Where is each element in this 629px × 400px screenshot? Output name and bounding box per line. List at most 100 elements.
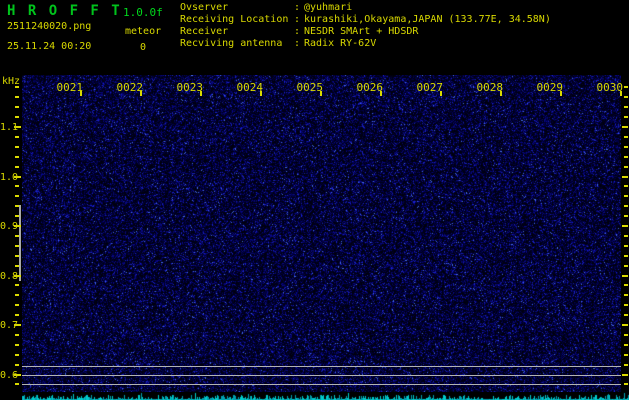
- y-minor-tick-right: [624, 116, 628, 118]
- y-minor-tick-right: [624, 245, 628, 247]
- y-axis-label: 1.1: [0, 122, 19, 133]
- y-minor-tick-left: [15, 245, 19, 247]
- y-minor-tick-right: [624, 294, 628, 296]
- x-axis-time-label: 0028: [476, 81, 504, 94]
- station-label: Recviving antenna: [180, 38, 283, 49]
- station-value: @yuhmari: [304, 2, 353, 13]
- y-minor-tick-left: [15, 304, 19, 306]
- station-value: Radix RY-62V: [304, 38, 377, 49]
- x-axis-time-label: 0026: [356, 81, 384, 94]
- station-row-antenna: Recviving antenna: Radix RY-62V: [180, 38, 551, 50]
- y-minor-tick-left: [15, 255, 19, 257]
- station-row-observer: Ovserver: @yuhmari: [180, 2, 551, 14]
- x-axis-time-label: 0023: [176, 81, 204, 94]
- y-minor-tick-right: [624, 136, 628, 138]
- y-minor-tick-right: [624, 185, 628, 187]
- y-minor-tick-right: [624, 215, 628, 217]
- y-minor-tick-right: [624, 235, 628, 237]
- detection-band-marker: [19, 205, 21, 281]
- y-minor-tick-right: [624, 354, 628, 356]
- station-value: NESDR SMArt + HDSDR: [304, 26, 419, 37]
- y-minor-tick-right: [624, 304, 628, 306]
- y-minor-tick-right: [624, 314, 628, 316]
- y-minor-tick-left: [15, 156, 19, 158]
- x-axis-time-label: 0022: [116, 81, 144, 94]
- y-axis-label: 0.7: [0, 320, 19, 331]
- y-minor-tick-left: [15, 364, 19, 366]
- y-minor-tick-right: [624, 255, 628, 257]
- y-major-tick-right: [622, 324, 628, 326]
- y-minor-tick-left: [15, 96, 19, 98]
- station-info: Ovserver: @yuhmari Receiving Location: kur…: [180, 2, 551, 50]
- y-minor-tick-left: [15, 106, 19, 108]
- y-minor-tick-left: [15, 344, 19, 346]
- y-major-tick-right: [622, 275, 628, 277]
- x-axis-time-label: 0025: [296, 81, 324, 94]
- y-axis-label: 0.9: [0, 221, 19, 232]
- x-axis-time-label: 0029: [536, 81, 564, 94]
- y-minor-tick-left: [15, 86, 19, 88]
- y-minor-tick-right: [624, 334, 628, 336]
- station-label: Ovserver: [180, 2, 229, 13]
- y-minor-tick-left: [15, 334, 19, 336]
- y-minor-tick-left: [15, 265, 19, 267]
- app-title: H R O F F T: [7, 3, 122, 19]
- station-value: kurashiki,Okayama,JAPAN (133.77E, 34.58N…: [304, 14, 551, 25]
- x-axis-time-label: 0024: [236, 81, 264, 94]
- station-row-receiver: Receiver: NESDR SMArt + HDSDR: [180, 26, 551, 38]
- station-label: Receiving Location: [180, 14, 289, 25]
- colon-separator: :: [294, 26, 301, 37]
- y-minor-tick-left: [15, 215, 19, 217]
- colon-separator: :: [294, 2, 301, 13]
- y-minor-tick-left: [15, 166, 19, 168]
- y-minor-tick-right: [624, 383, 628, 385]
- y-major-tick-right: [622, 374, 628, 376]
- station-label: Receiver: [180, 26, 229, 37]
- y-minor-tick-left: [15, 383, 19, 385]
- y-minor-tick-left: [15, 314, 19, 316]
- y-minor-tick-left: [15, 294, 19, 296]
- hrofft-output-screen: H R O F F T 1.0.0f 2511240020.png 25.11.…: [0, 0, 629, 400]
- y-minor-tick-left: [15, 116, 19, 118]
- x-axis-time-label: 0030: [596, 81, 624, 94]
- capture-filename: 2511240020.png: [7, 21, 92, 32]
- y-minor-tick-right: [624, 96, 628, 98]
- x-axis-time-label: 0027: [416, 81, 444, 94]
- y-minor-tick-right: [624, 344, 628, 346]
- spectrogram-canvas: [22, 75, 621, 392]
- y-minor-tick-right: [624, 146, 628, 148]
- y-minor-tick-right: [624, 265, 628, 267]
- y-minor-tick-left: [15, 235, 19, 237]
- y-axis-label: 0.6: [0, 370, 19, 381]
- y-major-tick-right: [622, 126, 628, 128]
- y-minor-tick-right: [624, 364, 628, 366]
- y-axis-label: 1.0: [0, 172, 19, 183]
- app-version: 1.0.0f: [123, 6, 163, 19]
- y-minor-tick-right: [624, 195, 628, 197]
- reference-line-upper: [22, 366, 621, 367]
- y-minor-tick-left: [15, 354, 19, 356]
- colon-separator: :: [294, 14, 301, 25]
- y-minor-tick-right: [624, 284, 628, 286]
- station-row-location: Receiving Location: kurashiki,Okayama,JAP…: [180, 14, 551, 26]
- meteor-count-value: 0: [139, 42, 147, 53]
- capture-datetime: 25.11.24 00:20: [7, 41, 92, 52]
- colon-separator: :: [294, 38, 301, 49]
- reference-line-middle: [22, 375, 621, 376]
- y-minor-tick-right: [624, 166, 628, 168]
- y-axis-label: 0.8: [0, 271, 19, 282]
- meteor-count-label: meteor: [125, 26, 162, 37]
- y-minor-tick-right: [624, 106, 628, 108]
- reference-line-lower: [22, 384, 621, 385]
- y-minor-tick-left: [15, 136, 19, 138]
- signal-level-meter-canvas: [22, 392, 629, 400]
- y-minor-tick-left: [15, 195, 19, 197]
- y-major-tick-right: [622, 176, 628, 178]
- y-minor-tick-left: [15, 205, 19, 207]
- y-minor-tick-right: [624, 86, 628, 88]
- x-axis-time-label: 0021: [56, 81, 84, 94]
- y-minor-tick-right: [624, 205, 628, 207]
- y-minor-tick-left: [15, 185, 19, 187]
- y-minor-tick-left: [15, 284, 19, 286]
- y-minor-tick-left: [15, 146, 19, 148]
